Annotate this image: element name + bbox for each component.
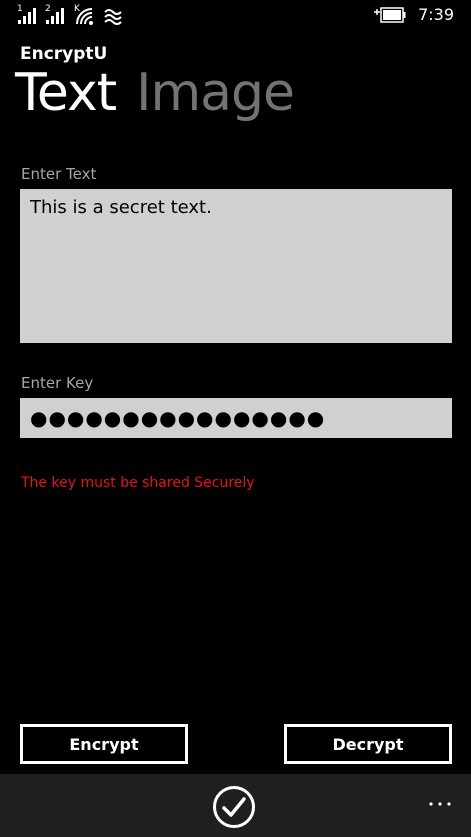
app-bar bbox=[0, 774, 471, 837]
vibrate-icon bbox=[103, 7, 123, 29]
key-password-field[interactable]: ●●●●●●●●●●●●●●●● bbox=[20, 398, 452, 438]
battery-charging-icon bbox=[373, 6, 407, 28]
signal-bars-icon: 1 bbox=[17, 5, 47, 26]
wifi-icon: K bbox=[74, 4, 96, 30]
pivot-header: Text Image bbox=[15, 60, 314, 126]
clock: 7:39 bbox=[418, 5, 454, 24]
decrypt-button[interactable]: Decrypt bbox=[284, 724, 452, 764]
enter-text-label: Enter Text bbox=[21, 165, 97, 183]
checkmark-circle-icon[interactable] bbox=[212, 785, 256, 829]
key-warning-text: The key must be shared Securely bbox=[21, 475, 255, 491]
data-indicator: K bbox=[74, 4, 80, 14]
tab-image[interactable]: Image bbox=[136, 60, 295, 126]
tab-text[interactable]: Text bbox=[15, 60, 117, 126]
text-input[interactable]: This is a secret text. bbox=[20, 189, 452, 343]
status-bar: 1 2 K 7:39 bbox=[0, 0, 471, 32]
ellipsis-icon[interactable] bbox=[426, 792, 454, 816]
encrypt-button[interactable]: Encrypt bbox=[20, 724, 188, 764]
signal-bars-icon: 2 bbox=[45, 5, 75, 26]
enter-key-label: Enter Key bbox=[21, 374, 94, 392]
